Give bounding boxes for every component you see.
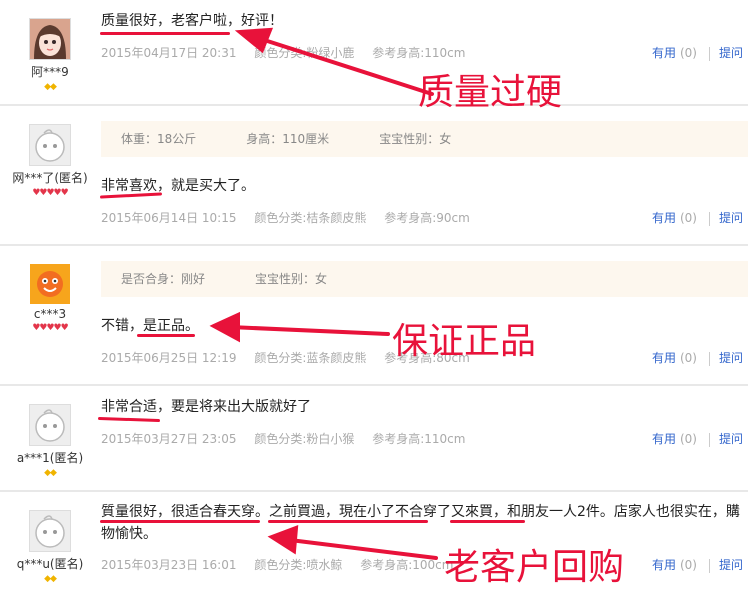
arrow-line — [288, 538, 438, 560]
annotation-label: 质量过硬 — [418, 72, 563, 113]
annotation-label: 老客户回购 — [444, 547, 625, 588]
annotation-arrows — [209, 27, 438, 560]
arrow-line — [228, 325, 390, 336]
annotation-label: 保证正品 — [392, 321, 537, 362]
arrow-head — [209, 311, 240, 343]
arrow-head — [234, 27, 274, 54]
arrow-head — [267, 525, 299, 555]
arrow-line — [256, 36, 434, 96]
